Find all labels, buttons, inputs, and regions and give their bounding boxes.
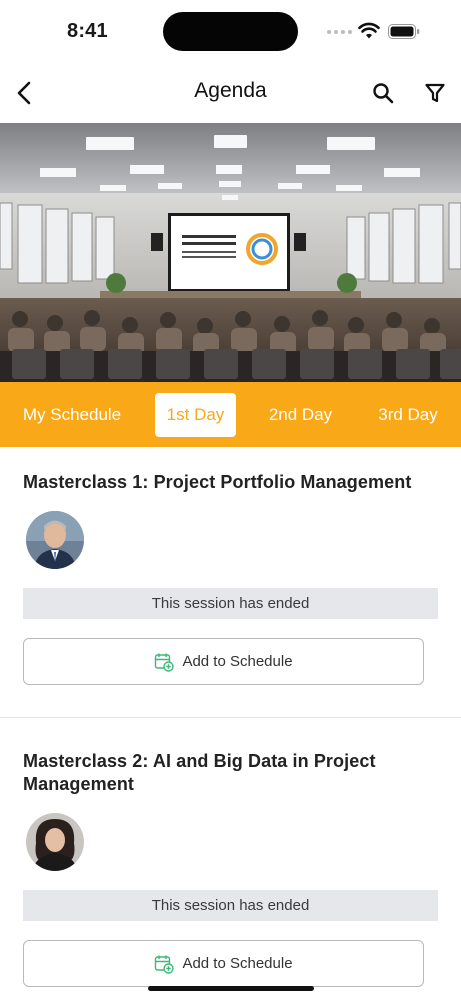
session-title: Masterclass 1: Project Portfolio Managem… [23,472,412,492]
status-time: 8:41 [67,20,108,42]
battery-icon [388,24,420,39]
session-card: Masterclass 1: Project Portfolio Managem… [0,447,461,717]
home-indicator [148,986,314,991]
add-to-schedule-label: Add to Schedule [182,653,293,670]
tab-my-schedule[interactable]: My Schedule [12,393,132,437]
search-icon[interactable] [372,82,394,104]
calendar-add-icon [155,955,175,974]
tab-3rd-day[interactable]: 3rd Day [366,393,450,437]
add-to-schedule-button[interactable]: Add to Schedule [23,638,424,685]
session-title: Masterclass 2: AI and Big Data in Projec… [23,751,376,794]
add-to-schedule-button[interactable]: Add to Schedule [23,940,424,987]
speaker-avatar[interactable] [26,511,84,569]
calendar-add-icon [155,653,175,672]
day-tabs: My Schedule 1st Day 2nd Day 3rd Day [0,382,461,447]
tab-2nd-day[interactable]: 2nd Day [258,393,343,437]
dynamic-island [163,12,298,51]
tab-1st-day[interactable]: 1st Day [155,393,236,437]
chevron-left-icon[interactable] [14,80,36,106]
status-bar: 8:41 [0,0,461,62]
session-ended-banner: This session has ended [23,588,438,619]
session-ended-banner: This session has ended [23,890,438,921]
filter-icon[interactable] [424,82,446,104]
wifi-icon [358,22,380,39]
session-card: Masterclass 2: AI and Big Data in Projec… [0,718,461,1000]
hero-image [0,123,461,382]
nav-bar: Agenda [0,62,461,122]
cellular-signal-icon [327,30,352,34]
speaker-avatar[interactable] [26,813,84,871]
add-to-schedule-label: Add to Schedule [182,955,293,972]
